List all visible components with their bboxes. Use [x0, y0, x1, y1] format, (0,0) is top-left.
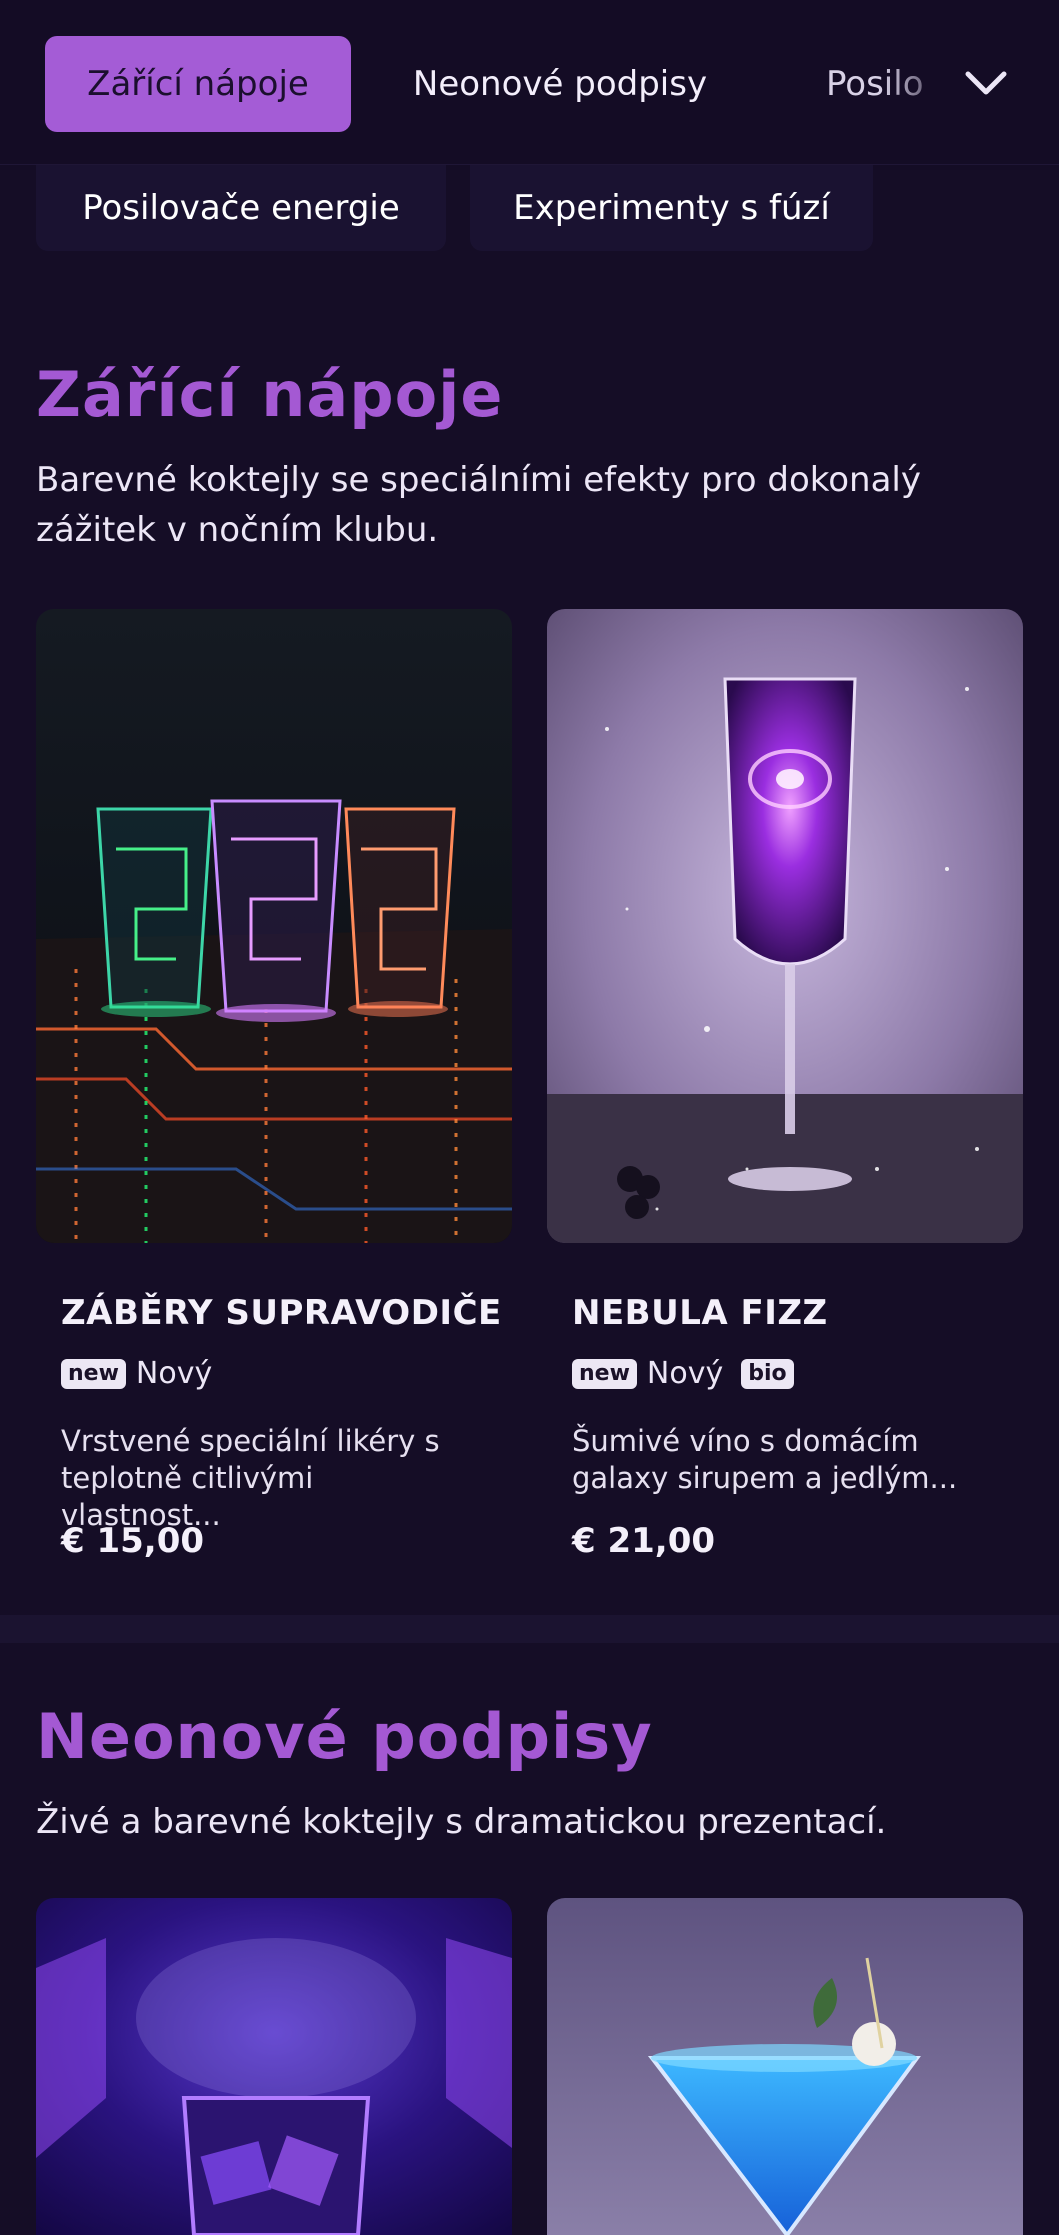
- section-title-zarici-napoje: Zářící nápoje: [36, 358, 504, 431]
- product-price: € 15,00: [61, 1521, 205, 1561]
- product-description-line: Vrstvené speciální likéry s: [61, 1424, 440, 1458]
- product-description: Šumivé víno s domácím galaxy sirupem a j…: [572, 1423, 992, 1497]
- product-price: € 21,00: [572, 1521, 716, 1561]
- product-name[interactable]: ZÁBĚRY SUPRAVODIČE: [61, 1293, 502, 1333]
- section-title-neonove-podpisy: Neonové podpisy: [36, 1700, 653, 1773]
- product-image-nebula-fizz[interactable]: [547, 609, 1023, 1243]
- tab-experimenty-s-fuzi[interactable]: Experimenty s fúzí: [470, 165, 873, 251]
- product-image-blue-martini[interactable]: [547, 1898, 1023, 2235]
- chevron-down-icon[interactable]: [960, 58, 1012, 110]
- category-nav: Posilovače energie Experimenty s fúzí Zá…: [0, 0, 1059, 251]
- tab-zarici-napoje[interactable]: Zářící nápoje: [45, 36, 351, 132]
- product-badges: new Nový bio: [572, 1356, 794, 1391]
- tab-neonove-podpisy[interactable]: Neonové podpisy: [395, 36, 725, 132]
- product-description-line: galaxy sirupem a jedlým...: [572, 1461, 958, 1495]
- bio-badge: bio: [741, 1358, 794, 1389]
- new-badge: new: [61, 1358, 126, 1389]
- tab-posilovace-energie[interactable]: Posilovače energie: [36, 165, 446, 251]
- product-badges: new Nový: [61, 1356, 220, 1391]
- product-description-line: Šumivé víno s domácím: [572, 1424, 919, 1458]
- product-image-smoke-cocktail[interactable]: [36, 1898, 512, 2235]
- product-name[interactable]: NEBULA FIZZ: [572, 1293, 828, 1333]
- section-description: Živé a barevné koktejly s dramatickou pr…: [36, 1802, 887, 1842]
- new-badge-label: Nový: [646, 1356, 724, 1391]
- tab-posilovace-truncated[interactable]: Posilo: [826, 36, 966, 132]
- product-description: Vrstvené speciální likéry s teplotně cit…: [61, 1423, 481, 1534]
- category-nav-row-1: Zářící nápoje Neonové podpisy Posilo: [0, 0, 1059, 165]
- product-image-zabery-supravodice[interactable]: [36, 609, 512, 1243]
- section-divider: [0, 1615, 1059, 1643]
- section-description: Barevné koktejly se speciálními efekty p…: [36, 460, 921, 550]
- new-badge-label: Nový: [135, 1356, 213, 1391]
- new-badge: new: [572, 1358, 637, 1389]
